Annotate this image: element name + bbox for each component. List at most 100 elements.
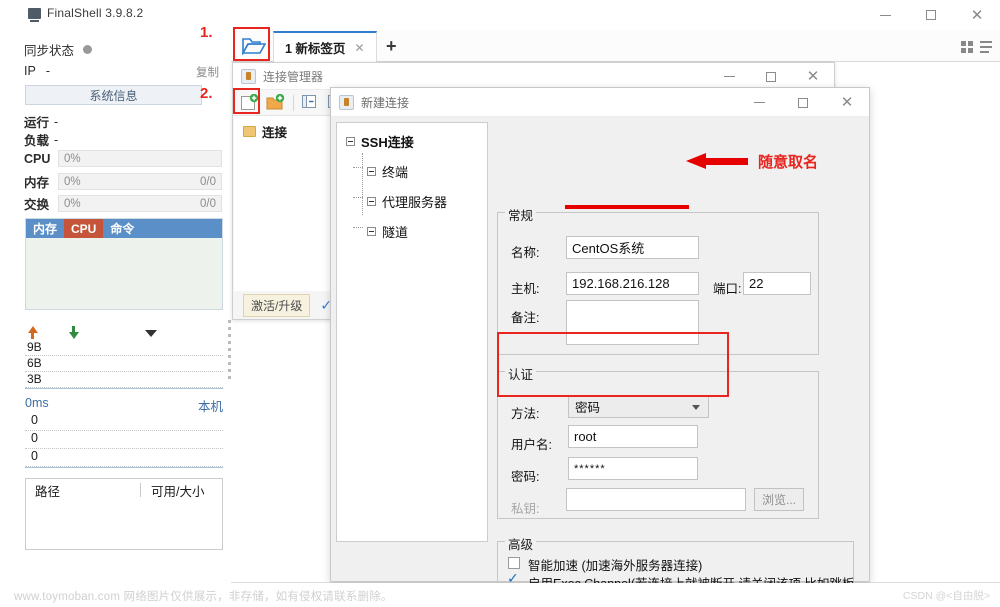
system-info-button[interactable]: 系统信息 <box>25 85 202 105</box>
latency-gridline: 0 <box>25 431 223 449</box>
tree-connector <box>353 167 363 168</box>
connection-manager-maximize-button[interactable] <box>750 63 792 90</box>
hamburger-menu-icon[interactable] <box>980 41 992 53</box>
annotation-box-credentials <box>497 332 729 397</box>
cpu-meter-row: CPU 0% <box>24 150 222 167</box>
monitor-icon <box>28 7 41 22</box>
ip-value: - <box>45 64 50 78</box>
new-connection-close-button[interactable]: ✕ <box>825 88 869 117</box>
process-table: 内存 CPU 命令 <box>25 218 223 310</box>
minimize-icon <box>723 76 735 77</box>
memory-meter-bar: 0% 0/0 <box>58 173 222 190</box>
folder-icon <box>243 126 256 137</box>
nav-item-proxy[interactable]: 代理服务器 <box>353 192 487 211</box>
annotation-arrow-head <box>686 153 706 169</box>
maximize-icon <box>766 71 776 82</box>
latency-tick-2: 0 <box>31 431 40 445</box>
password-input[interactable]: ****** <box>568 457 698 480</box>
grid-layout-icon[interactable] <box>961 41 974 53</box>
screenshot-root: FinalShell 3.9.8.2 ✕ 同步状态 IP - 复制 系统信息 运… <box>0 0 1000 607</box>
graph-gridline: 9B <box>25 340 223 356</box>
nav-item-terminal[interactable]: 终端 <box>353 162 487 181</box>
memory-meter-value: 0% <box>64 175 81 188</box>
watermark-right: CSDN @<自由脱> <box>902 590 990 602</box>
username-label: 用户名: <box>511 438 552 452</box>
swap-meter-bar: 0% 0/0 <box>58 195 222 212</box>
memory-meter-right: 0/0 <box>200 175 216 188</box>
tab-new-tab-page[interactable]: 1 新标签页 ✕ <box>273 31 377 62</box>
maximize-icon <box>926 10 936 20</box>
browse-button[interactable]: 浏览... <box>754 488 804 511</box>
advanced-section-legend: 高级 <box>505 534 537 553</box>
name-input[interactable]: CentOS系统 <box>566 236 699 259</box>
connection-manager-title: 连接管理器 <box>263 69 324 84</box>
close-button[interactable]: ✕ <box>954 0 1000 30</box>
nav-item-ssh[interactable]: SSH连接 <box>346 132 487 151</box>
network-tick-1: 9B <box>27 340 44 354</box>
graph-gridline: 3B <box>25 372 223 388</box>
username-input[interactable]: root <box>568 425 698 448</box>
cpu-meter-label: CPU <box>24 151 51 166</box>
copy-button[interactable]: 复制 <box>196 64 219 80</box>
java-app-icon <box>339 94 354 110</box>
chevron-down-icon <box>692 405 700 410</box>
disk-path-header: 路径 可用/大小 <box>26 479 222 501</box>
minimize-button[interactable] <box>862 0 908 30</box>
sync-status-indicator <box>83 45 93 54</box>
annotation-step-2: 2. <box>200 85 213 102</box>
port-label: 端口: <box>713 282 742 296</box>
latency-graph: 0 0 0 <box>25 413 223 468</box>
auth-method-select[interactable]: 密码 <box>568 395 709 418</box>
new-tab-button[interactable]: + <box>386 36 397 57</box>
process-column-cpu[interactable]: CPU <box>64 219 104 238</box>
latency-gridline: 0 <box>25 413 223 431</box>
privatekey-input[interactable] <box>566 488 746 511</box>
process-column-command[interactable]: 命令 <box>103 219 141 238</box>
process-table-header: 内存 CPU 命令 <box>26 219 222 238</box>
smart-accel-checkbox[interactable] <box>508 557 520 569</box>
disk-path-table: 路径 可用/大小 <box>25 478 223 550</box>
toolbar-divider <box>293 94 294 111</box>
new-connection-maximize-button[interactable] <box>781 88 825 117</box>
general-section-legend: 常规 <box>505 205 537 224</box>
tree-toggle-icon[interactable] <box>367 227 376 236</box>
collapse-all-icon[interactable] <box>301 94 320 111</box>
connection-manager-close-button[interactable]: ✕ <box>792 63 834 90</box>
triangle-down-icon[interactable] <box>145 330 157 337</box>
sidebar-scroll-indicator[interactable] <box>228 320 232 400</box>
ip-row: IP - <box>24 64 50 78</box>
disk-column-path: 路径 <box>35 484 61 499</box>
network-tick-3: 3B <box>27 372 44 386</box>
port-input[interactable]: 22 <box>743 272 811 295</box>
host-label: 主机: <box>511 282 540 296</box>
tree-connector-line <box>362 153 363 215</box>
latency-tick-3: 0 <box>31 449 40 463</box>
maximize-button[interactable] <box>908 0 954 30</box>
nav-item-tunnel[interactable]: 隧道 <box>353 222 487 241</box>
arrow-down-icon <box>69 332 79 339</box>
swap-meter-row: 交换 0% 0/0 <box>24 194 222 213</box>
tab-label: 1 新标签页 <box>285 42 346 56</box>
connection-manager-minimize-button[interactable] <box>708 63 750 90</box>
footer-watermark-bar: www.toymoban.com 网络图片仅供展示，非存储，如有侵权请联系删除。… <box>0 583 1000 607</box>
tab-close-icon[interactable]: ✕ <box>354 41 364 55</box>
load-value: - <box>54 132 59 147</box>
annotation-box-folder <box>233 27 270 61</box>
app-titlebar: FinalShell 3.9.8.2 ✕ <box>0 0 1000 30</box>
tree-toggle-icon[interactable] <box>346 137 355 146</box>
minimize-icon <box>753 102 765 103</box>
close-icon: ✕ <box>840 93 854 111</box>
auth-method-value: 密码 <box>575 401 601 415</box>
new-connection-titlebar: 新建连接 ✕ <box>331 88 869 117</box>
process-column-memory[interactable]: 内存 <box>26 219 64 238</box>
activate-upgrade-button[interactable]: 激活/升级 <box>243 293 311 317</box>
new-connection-minimize-button[interactable] <box>737 88 781 117</box>
tree-toggle-icon[interactable] <box>367 197 376 206</box>
tree-connector <box>353 227 363 228</box>
new-folder-icon[interactable] <box>266 93 285 111</box>
graph-gridline: 6B <box>25 356 223 372</box>
new-connection-title: 新建连接 <box>361 95 410 110</box>
host-input[interactable]: 192.168.216.128 <box>566 272 699 295</box>
new-connection-nav-tree: SSH连接 终端 代理服务器 隧道 <box>336 122 488 542</box>
tree-toggle-icon[interactable] <box>367 167 376 176</box>
